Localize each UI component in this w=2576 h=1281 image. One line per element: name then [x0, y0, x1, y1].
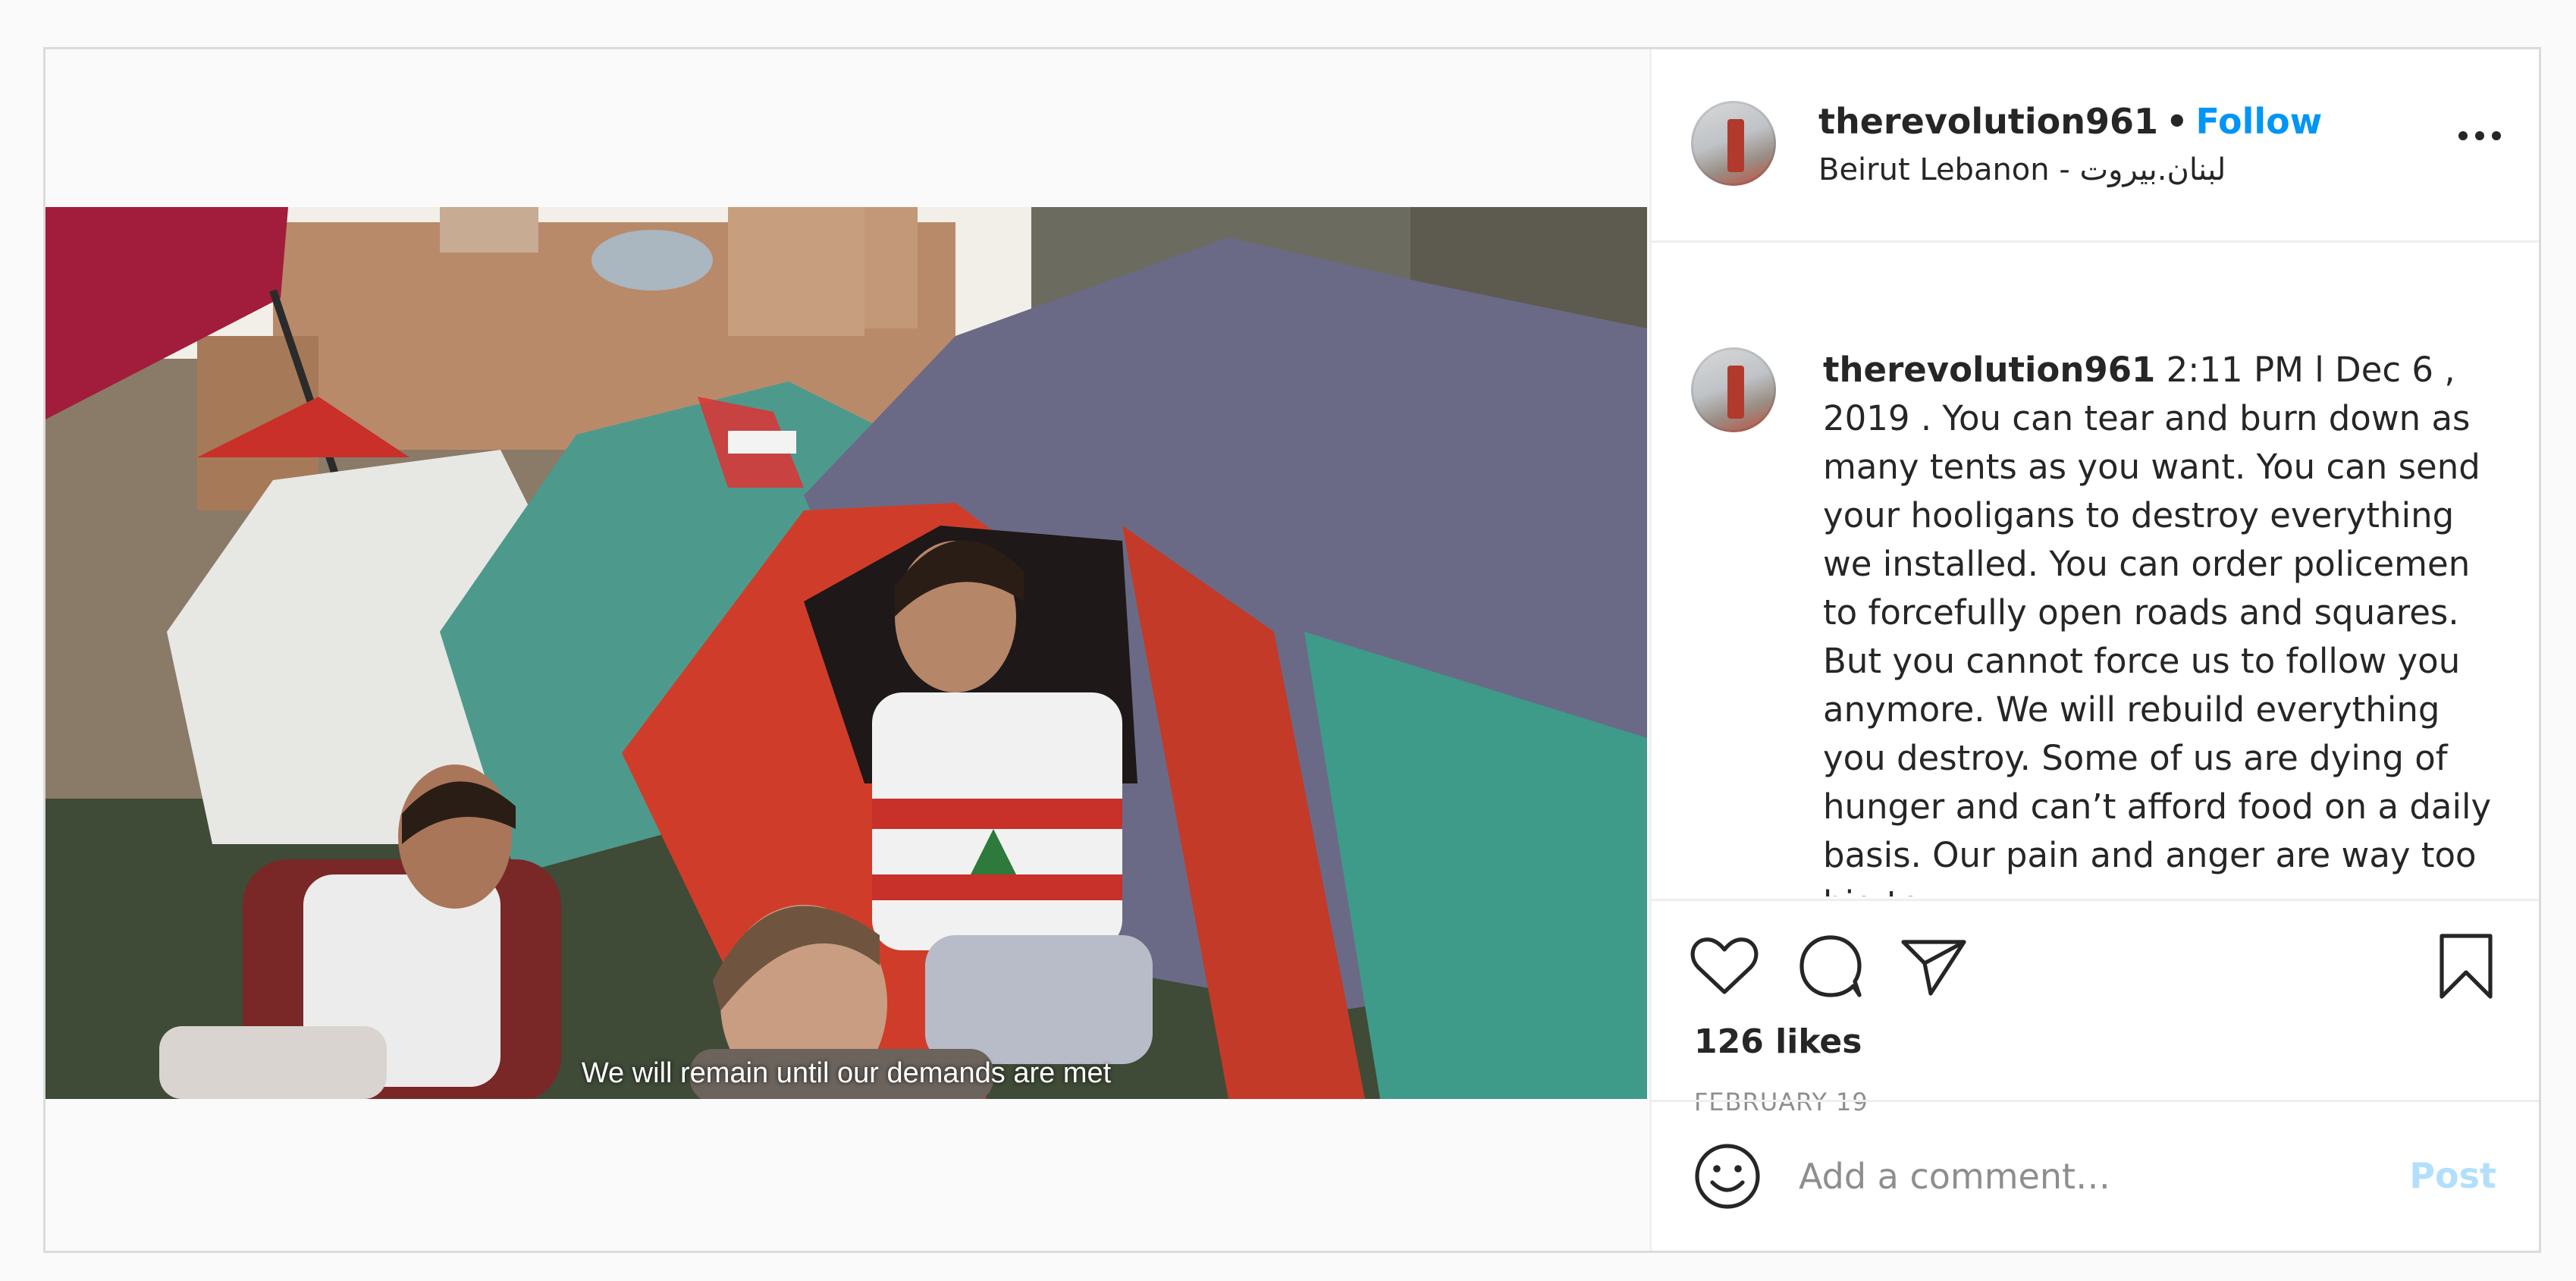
caption-author-avatar[interactable] [1691, 347, 1776, 432]
comment-bar: Post [1652, 1100, 2539, 1251]
likes-count[interactable]: 126 likes [1694, 1022, 1862, 1061]
caption-area: therevolution961 2:11 PM l Dec 6 , 2019 … [1652, 243, 2539, 896]
caption-text: therevolution961 2:11 PM l Dec 6 , 2019 … [1823, 346, 2505, 896]
author-line: therevolution961 • Follow [1818, 101, 2322, 142]
author-username[interactable]: therevolution961 [1818, 101, 2158, 142]
bookmark-icon[interactable] [2430, 930, 2502, 1003]
caption-username[interactable]: therevolution961 [1823, 350, 2155, 390]
more-options-icon[interactable] [2457, 128, 2502, 143]
share-icon[interactable] [1897, 930, 1970, 1003]
location-link[interactable]: Beirut Lebanon - لبنان.بيروت [1818, 152, 2226, 187]
post-photo[interactable]: We will remain until our demands are met [45, 207, 1647, 1099]
post-header: therevolution961 • Follow Beirut Lebanon -… [1652, 49, 2539, 243]
post-card: We will remain until our demands are met… [43, 47, 2541, 1253]
caption-body: 2:11 PM l Dec 6 , 2019 . You can tear an… [1823, 350, 2492, 896]
heart-icon[interactable] [1688, 930, 1761, 1003]
comment-input[interactable] [1797, 1141, 2331, 1211]
author-avatar[interactable] [1691, 101, 1776, 186]
follow-button[interactable]: Follow [2195, 101, 2322, 142]
post-comment-button[interactable]: Post [2409, 1155, 2496, 1196]
emoji-icon[interactable] [1691, 1140, 1764, 1213]
media-area: We will remain until our demands are met [45, 49, 1649, 1251]
separator-dot: • [2166, 101, 2189, 142]
video-subtitle: We will remain until our demands are met [581, 1057, 1112, 1089]
post-side-panel: therevolution961 • Follow Beirut Lebanon -… [1649, 49, 2539, 1251]
comment-icon[interactable] [1794, 930, 1867, 1003]
tent-protest-image [45, 207, 1647, 1099]
